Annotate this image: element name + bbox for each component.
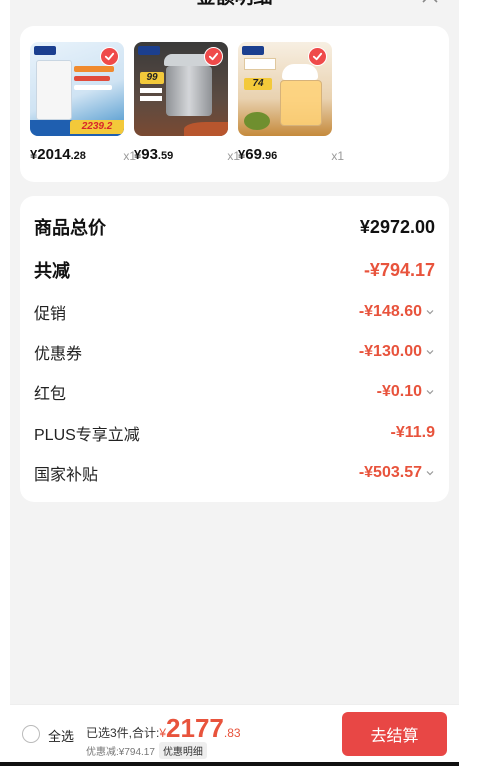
discount-summary: 优惠减:¥794.17 优惠明细 bbox=[86, 742, 207, 759]
price-integer: 69 bbox=[245, 146, 262, 163]
discount-row-plus: PLUS专享立减 -¥11.9 bbox=[34, 420, 435, 446]
total-decimal: .83 bbox=[223, 726, 241, 740]
discount-value: -¥148.60 bbox=[358, 303, 422, 320]
promo-price-tag: 99 bbox=[140, 72, 164, 84]
price-summary-card: 商品总价 ¥2972.00 共减 -¥794.17 促销 -¥148.60 优惠… bbox=[20, 196, 449, 502]
brand-logo-icon bbox=[242, 46, 264, 55]
checkmark-icon bbox=[100, 47, 119, 66]
total-reduction-value: -¥794.17 bbox=[363, 259, 435, 280]
select-all-radio[interactable] bbox=[22, 725, 40, 743]
home-indicator-bar bbox=[0, 762, 459, 766]
checkmark-icon bbox=[308, 47, 327, 66]
product-item[interactable]: 74 ¥69.96 x1 bbox=[238, 42, 344, 163]
discount-label: 优惠券 bbox=[34, 346, 83, 363]
discount-value: -¥130.00 bbox=[358, 343, 422, 360]
checkout-button[interactable]: 去结算 bbox=[342, 712, 447, 756]
total-reduction-label: 共减 bbox=[34, 261, 70, 281]
promo-price-tag: 74 bbox=[244, 78, 272, 90]
total-reduction-row: 共减 -¥794.17 bbox=[34, 257, 435, 283]
total-price-row: 商品总价 ¥2972.00 bbox=[34, 214, 435, 240]
promo-price-tag: 2239.2 bbox=[70, 120, 124, 134]
discount-label: 国家补贴 bbox=[34, 467, 99, 484]
chopper-lid-image bbox=[282, 64, 318, 80]
selected-count-text: 已选3件,合计: bbox=[86, 726, 160, 740]
product-quantity: x1 bbox=[331, 149, 344, 163]
product-list-card: 2239.2 ¥2014.28 x1 99 ¥93.59 x1 74 ¥69.9… bbox=[20, 26, 449, 182]
discount-value: -¥0.10 bbox=[376, 383, 422, 400]
price-decimal: .59 bbox=[157, 150, 174, 162]
product-price-row: ¥69.96 x1 bbox=[238, 146, 344, 166]
checkmark-icon bbox=[204, 47, 223, 66]
discount-amount-text: 优惠减:¥794.17 bbox=[86, 747, 155, 758]
product-item[interactable]: 2239.2 ¥2014.28 x1 bbox=[30, 42, 136, 163]
discount-label: PLUS专享立减 bbox=[34, 427, 140, 444]
price-integer: 93 bbox=[141, 146, 158, 163]
amount-detail-sheet: 金额明细 2239.2 ¥2014.28 x1 bbox=[10, 0, 459, 766]
product-item[interactable]: 99 ¥93.59 x1 bbox=[134, 42, 240, 163]
total-integer: 2177 bbox=[166, 713, 224, 743]
discount-label: 促销 bbox=[34, 306, 67, 323]
total-price-label: 商品总价 bbox=[34, 218, 106, 238]
price-integer: 2014 bbox=[37, 146, 71, 163]
brand-logo-icon bbox=[34, 46, 56, 55]
discount-row-subsidy[interactable]: 国家补贴 -¥503.57 bbox=[34, 460, 435, 486]
discount-row-coupon[interactable]: 优惠券 -¥130.00 bbox=[34, 339, 435, 365]
product-price-row: ¥93.59 x1 bbox=[134, 146, 240, 166]
product-thumbnail[interactable]: 99 bbox=[134, 42, 228, 136]
select-all-label[interactable]: 全选 bbox=[48, 726, 74, 745]
checkout-bar: 全选 已选3件,合计:¥2177.83 优惠减:¥794.17 优惠明细 去结算 bbox=[10, 704, 459, 763]
water-purifier-image bbox=[36, 60, 72, 120]
close-icon[interactable] bbox=[419, 0, 441, 6]
total-summary: 已选3件,合计:¥2177.83 bbox=[86, 713, 241, 744]
chevron-down-icon[interactable] bbox=[425, 387, 435, 397]
total-price-value: ¥2972.00 bbox=[359, 216, 435, 237]
sheet-title: 金额明细 bbox=[196, 0, 272, 8]
chevron-down-icon[interactable] bbox=[425, 468, 435, 478]
discount-label: 红包 bbox=[34, 386, 67, 403]
price-decimal: .96 bbox=[261, 150, 278, 162]
food-chopper-image bbox=[280, 80, 322, 126]
brand-logo-icon bbox=[138, 46, 160, 55]
discount-value: -¥503.57 bbox=[358, 464, 422, 481]
discount-value: -¥11.9 bbox=[390, 424, 435, 441]
discount-row-red-packet[interactable]: 红包 -¥0.10 bbox=[34, 379, 435, 405]
product-thumbnail[interactable]: 2239.2 bbox=[30, 42, 124, 136]
chevron-down-icon[interactable] bbox=[425, 347, 435, 357]
sheet-header: 金额明细 bbox=[10, 0, 459, 18]
discount-row-promotion[interactable]: 促销 -¥148.60 bbox=[34, 299, 435, 325]
product-price-row: ¥2014.28 x1 bbox=[30, 146, 136, 166]
discount-detail-button[interactable]: 优惠明细 bbox=[158, 742, 207, 759]
pressure-cooker-image bbox=[166, 66, 212, 116]
product-thumbnail[interactable]: 74 bbox=[238, 42, 332, 136]
chevron-down-icon[interactable] bbox=[425, 307, 435, 317]
price-decimal: .28 bbox=[70, 150, 86, 162]
